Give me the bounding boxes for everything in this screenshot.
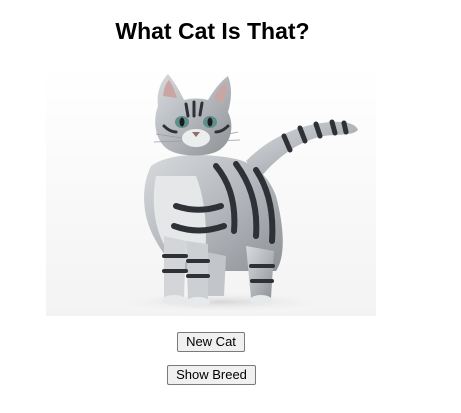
cat-muzzle — [182, 129, 210, 147]
paw-front-left — [162, 295, 186, 305]
new-cat-button[interactable]: New Cat — [177, 332, 245, 352]
paw-back-right — [250, 295, 272, 305]
show-breed-button[interactable]: Show Breed — [167, 365, 256, 385]
cat-illustration — [46, 66, 376, 316]
cat-photo — [46, 66, 376, 316]
page-title: What Cat Is That? — [115, 18, 310, 44]
pupil-right — [207, 117, 213, 127]
pupil-left — [179, 117, 185, 127]
paw-front-right — [186, 297, 210, 307]
front-leg-right — [186, 241, 208, 300]
front-leg-left — [164, 236, 186, 298]
